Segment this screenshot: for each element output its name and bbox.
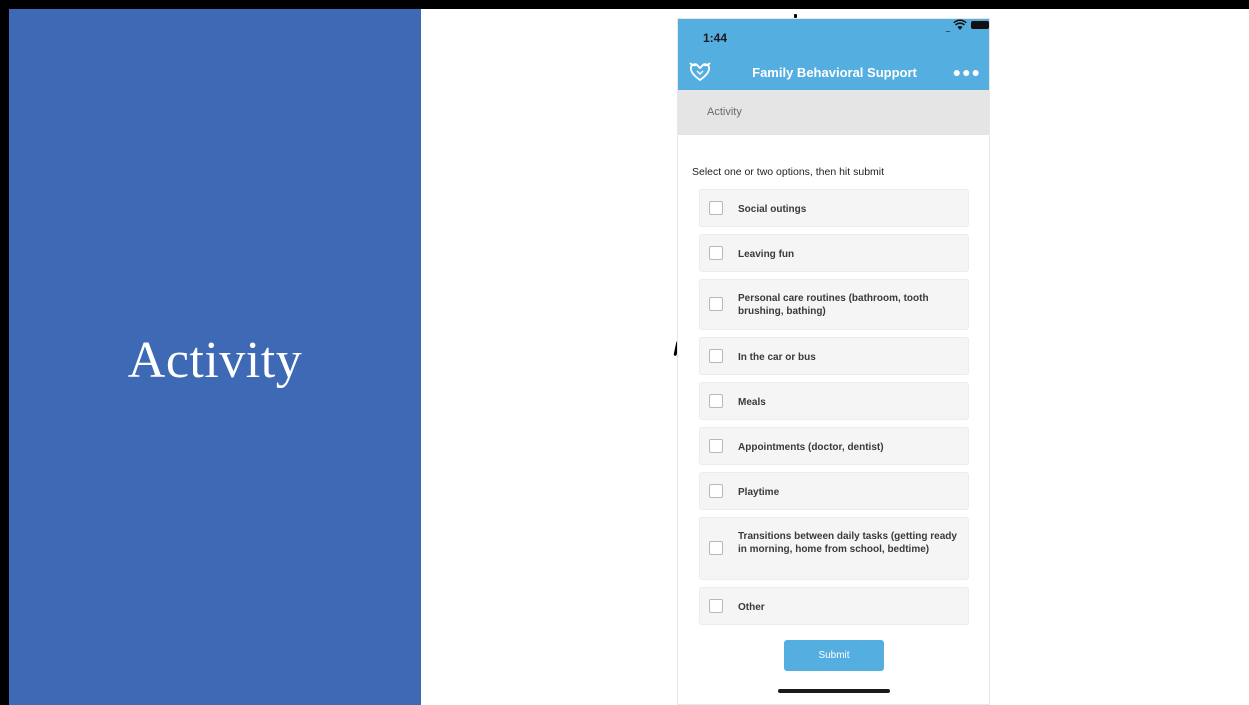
title-panel: Activity bbox=[9, 9, 421, 705]
signal-icon: .... bbox=[945, 25, 951, 34]
option-other[interactable]: Other bbox=[699, 587, 969, 625]
option-label: Social outings bbox=[738, 204, 807, 215]
checkbox[interactable] bbox=[709, 439, 723, 453]
option-social-outings[interactable]: Social outings bbox=[699, 189, 969, 227]
checkbox[interactable] bbox=[709, 349, 723, 363]
checkbox[interactable] bbox=[709, 394, 723, 408]
option-leaving-fun[interactable]: Leaving fun bbox=[699, 234, 969, 272]
option-label: Other bbox=[738, 602, 765, 613]
app-header: Family Behavioral Support ●●● bbox=[678, 55, 989, 90]
checkbox[interactable] bbox=[709, 246, 723, 260]
checkbox[interactable] bbox=[709, 484, 723, 498]
slide: Activity 1:44 .... Family Behavioral Sup… bbox=[0, 0, 1249, 705]
section-label: Activity bbox=[707, 106, 742, 118]
slide-title: Activity bbox=[127, 332, 303, 389]
status-bar: 1:44 .... bbox=[678, 19, 989, 55]
checkbox[interactable] bbox=[709, 297, 723, 311]
checkbox[interactable] bbox=[709, 201, 723, 215]
option-label: Playtime bbox=[738, 487, 780, 498]
status-time: 1:44 bbox=[703, 31, 728, 45]
slide-border-top bbox=[0, 0, 1249, 9]
option-label: Leaving fun bbox=[738, 249, 795, 260]
option-transitions[interactable]: Transitions between daily tasks (getting… bbox=[699, 517, 969, 580]
checkbox[interactable] bbox=[709, 541, 723, 555]
checkbox[interactable] bbox=[709, 599, 723, 613]
option-label: Meals bbox=[738, 397, 766, 408]
battery-icon bbox=[971, 21, 989, 29]
option-label: Appointments (doctor, dentist) bbox=[738, 442, 884, 453]
option-label: In the car or bus bbox=[738, 352, 816, 363]
phone-screen: 1:44 .... Family Behavioral Support ●●● … bbox=[677, 18, 990, 705]
wifi-icon bbox=[953, 19, 967, 30]
option-car-or-bus[interactable]: In the car or bus bbox=[699, 337, 969, 375]
option-meals[interactable]: Meals bbox=[699, 382, 969, 420]
option-personal-care[interactable]: Personal care routines (bathroom, tooth … bbox=[699, 279, 969, 330]
home-indicator bbox=[778, 689, 890, 693]
option-label: Personal care routines (bathroom, tooth … bbox=[738, 293, 929, 317]
option-label: Transitions between daily tasks (getting… bbox=[738, 531, 957, 555]
more-icon[interactable]: ●●● bbox=[953, 64, 981, 80]
app-title: Family Behavioral Support bbox=[752, 65, 917, 80]
slide-border-left bbox=[0, 0, 9, 705]
option-playtime[interactable]: Playtime bbox=[699, 472, 969, 510]
form-instructions: Select one or two options, then hit subm… bbox=[692, 166, 885, 178]
option-appointments[interactable]: Appointments (doctor, dentist) bbox=[699, 427, 969, 465]
section-header: Activity bbox=[678, 90, 989, 135]
submit-button[interactable]: Submit bbox=[784, 640, 884, 671]
